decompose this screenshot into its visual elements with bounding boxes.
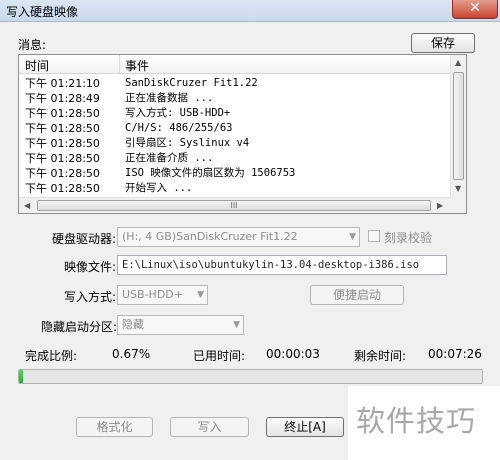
chevron-down-icon: ▼ xyxy=(197,290,204,300)
drive-value: (H:, 4 GB)SanDiskCruzer Fit1.22 xyxy=(122,230,298,243)
row-event: 正在准备数据 ... xyxy=(125,92,214,104)
row-time: 下午 01:28:49 xyxy=(25,92,100,105)
messages-label: 消息: xyxy=(18,38,47,52)
row-time: 下午 01:21:10 xyxy=(25,77,100,90)
list-item[interactable]: 下午 01:21:10 SanDiskCruzer Fit1.22 xyxy=(19,76,450,91)
quick-boot-button[interactable]: 便捷启动 xyxy=(310,285,404,305)
save-button[interactable]: 保存 xyxy=(411,33,475,53)
list-body: 下午 01:21:10 SanDiskCruzer Fit1.22 下午 01:… xyxy=(19,75,450,197)
column-divider[interactable] xyxy=(119,55,120,74)
row-event: ISO 映像文件的扇区数为 1506753 xyxy=(125,167,296,179)
list-item[interactable]: 下午 01:28:50 正在准备介质 ... xyxy=(19,151,450,166)
elapsed-value: 00:00:03 xyxy=(266,347,320,361)
chevron-down-icon: ▼ xyxy=(349,232,356,242)
progress-fill xyxy=(19,370,23,383)
percent-label: 完成比例: xyxy=(25,349,78,363)
scroll-grip-icon: III xyxy=(230,201,238,210)
vertical-scrollbar[interactable]: ▲ ▼ xyxy=(450,55,466,197)
hidden-partition-label: 隐藏启动分区: xyxy=(41,320,118,334)
watermark-text: 软件技巧 xyxy=(356,404,477,438)
format-button[interactable]: 格式化 xyxy=(76,417,153,437)
list-item[interactable]: 下午 01:28:50 写入方式: USB-HDD+ xyxy=(19,106,450,121)
horizontal-scroll-thumb[interactable]: III xyxy=(37,200,431,211)
remaining-value: 00:07:26 xyxy=(428,347,482,361)
column-header-event[interactable]: 事件 xyxy=(125,57,149,74)
row-event: 正在准备介质 ... xyxy=(125,152,214,164)
elapsed-label: 已用时间: xyxy=(193,349,246,363)
list-item[interactable]: 下午 01:28:50 开始写入 ... xyxy=(19,181,450,196)
write-disk-image-window: 写入硬盘映像 ✕ 消息: 保存 时间 事件 下午 01:21:10 SanDis… xyxy=(0,0,500,460)
scroll-up-icon[interactable]: ▲ xyxy=(455,58,461,68)
verify-label: 刻录校验 xyxy=(384,231,433,245)
verify-checkbox[interactable] xyxy=(368,230,380,242)
row-time: 下午 01:28:50 xyxy=(25,122,100,135)
row-time: 下午 01:28:50 xyxy=(25,137,100,150)
row-event: SanDiskCruzer Fit1.22 xyxy=(125,77,258,89)
hidden-partition-value: 隐藏 xyxy=(122,318,144,331)
title-bar[interactable]: 写入硬盘映像 ✕ xyxy=(0,0,500,22)
drive-label: 硬盘驱动器: xyxy=(52,232,117,246)
vertical-scroll-thumb[interactable] xyxy=(453,72,464,180)
list-item[interactable]: 下午 01:28:50 引导扇区: Syslinux v4 xyxy=(19,136,450,151)
list-item[interactable]: 下午 01:28:50 C/H/S: 486/255/63 xyxy=(19,121,450,136)
horizontal-scrollbar[interactable]: ◀ III ▶ xyxy=(19,197,450,213)
hidden-partition-select[interactable]: 隐藏 ▼ xyxy=(117,315,244,335)
remaining-label: 剩余时间: xyxy=(354,349,407,363)
scrollbar-corner xyxy=(450,197,466,213)
write-mode-select[interactable]: USB-HDD+ ▼ xyxy=(117,285,208,305)
list-header: 时间 事件 xyxy=(19,55,450,74)
window-title: 写入硬盘映像 xyxy=(6,5,79,19)
image-file-input[interactable]: E:\Linux\iso\ubuntukylin-13.04-desktop-i… xyxy=(117,255,447,275)
row-event: 引导扇区: Syslinux v4 xyxy=(125,137,250,149)
scroll-down-icon[interactable]: ▼ xyxy=(455,184,461,194)
column-header-time[interactable]: 时间 xyxy=(25,57,49,74)
write-mode-label: 写入方式: xyxy=(64,290,117,304)
row-time: 下午 01:28:50 xyxy=(25,182,100,195)
scroll-left-icon[interactable]: ◀ xyxy=(24,201,30,211)
stop-button[interactable]: 终止[A] xyxy=(266,417,344,437)
image-file-label: 映像文件: xyxy=(64,260,117,274)
write-mode-value: USB-HDD+ xyxy=(122,288,183,301)
close-button[interactable]: ✕ xyxy=(452,0,498,19)
row-time: 下午 01:28:50 xyxy=(25,107,100,120)
drive-select[interactable]: (H:, 4 GB)SanDiskCruzer Fit1.22 ▼ xyxy=(117,227,360,247)
write-button[interactable]: 写入 xyxy=(170,417,249,437)
list-item[interactable]: 下午 01:28:50 ISO 映像文件的扇区数为 1506753 xyxy=(19,166,450,181)
chevron-down-icon: ▼ xyxy=(233,320,240,330)
message-list[interactable]: 时间 事件 下午 01:21:10 SanDiskCruzer Fit1.22 … xyxy=(18,54,467,214)
list-item[interactable]: 下午 01:28:49 正在准备数据 ... xyxy=(19,91,450,106)
percent-value: 0.67% xyxy=(112,347,151,361)
progress-bar xyxy=(18,369,483,384)
row-event: 开始写入 ... xyxy=(125,182,193,194)
close-icon: ✕ xyxy=(469,0,481,16)
row-time: 下午 01:28:50 xyxy=(25,167,100,180)
row-time: 下午 01:28:50 xyxy=(25,152,100,165)
row-event: 写入方式: USB-HDD+ xyxy=(125,107,231,119)
scroll-right-icon[interactable]: ▶ xyxy=(437,201,443,211)
row-event: C/H/S: 486/255/63 xyxy=(125,122,233,134)
